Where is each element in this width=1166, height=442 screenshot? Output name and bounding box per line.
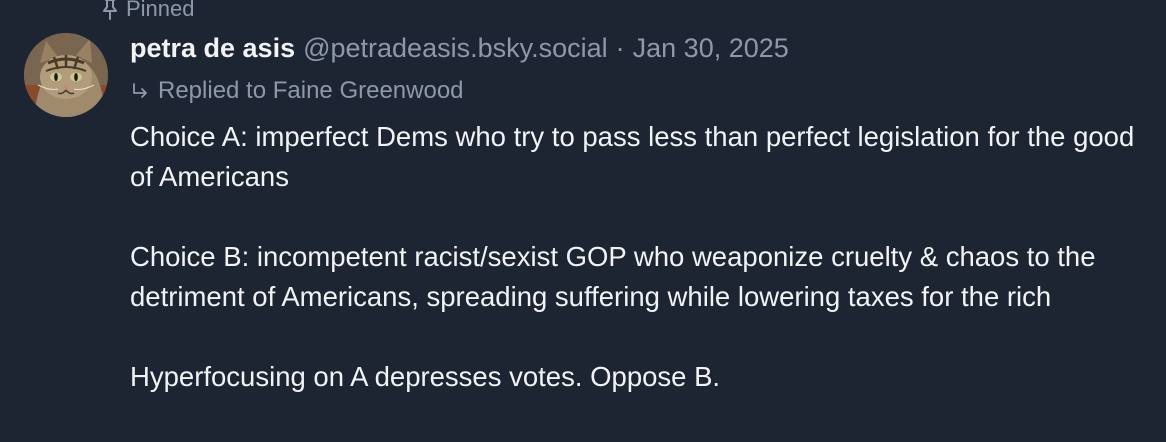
pin-icon: [100, 0, 120, 20]
post-header: petra de asis @petradeasis.bsky.social ·…: [130, 33, 789, 69]
post-paragraph-2: Choice B: incompetent racist/sexist GOP …: [130, 241, 1096, 312]
post[interactable]: Pinned petra de asis @petradeasis.bsky.s…: [0, 0, 1166, 442]
post-paragraph-3: Hyperfocusing on A depresses votes. Oppo…: [130, 361, 721, 392]
avatar[interactable]: [24, 33, 108, 117]
post-body: Choice A: imperfect Dems who try to pass…: [130, 117, 1160, 397]
header-separator: ·: [615, 33, 625, 63]
reply-context[interactable]: Replied to Faine Greenwood: [130, 76, 464, 106]
pinned-indicator: Pinned: [100, 0, 195, 22]
author-handle[interactable]: @petradeasis.bsky.social: [303, 33, 608, 64]
reply-arrow-icon: [130, 81, 150, 101]
post-timestamp[interactable]: Jan 30, 2025: [633, 33, 789, 64]
cat-avatar-icon: [24, 33, 108, 117]
pinned-label: Pinned: [126, 0, 195, 21]
reply-label: Replied to Faine Greenwood: [158, 77, 464, 104]
post-paragraph-1: Choice A: imperfect Dems who try to pass…: [130, 121, 1135, 192]
author-display-name[interactable]: petra de asis: [130, 33, 295, 64]
